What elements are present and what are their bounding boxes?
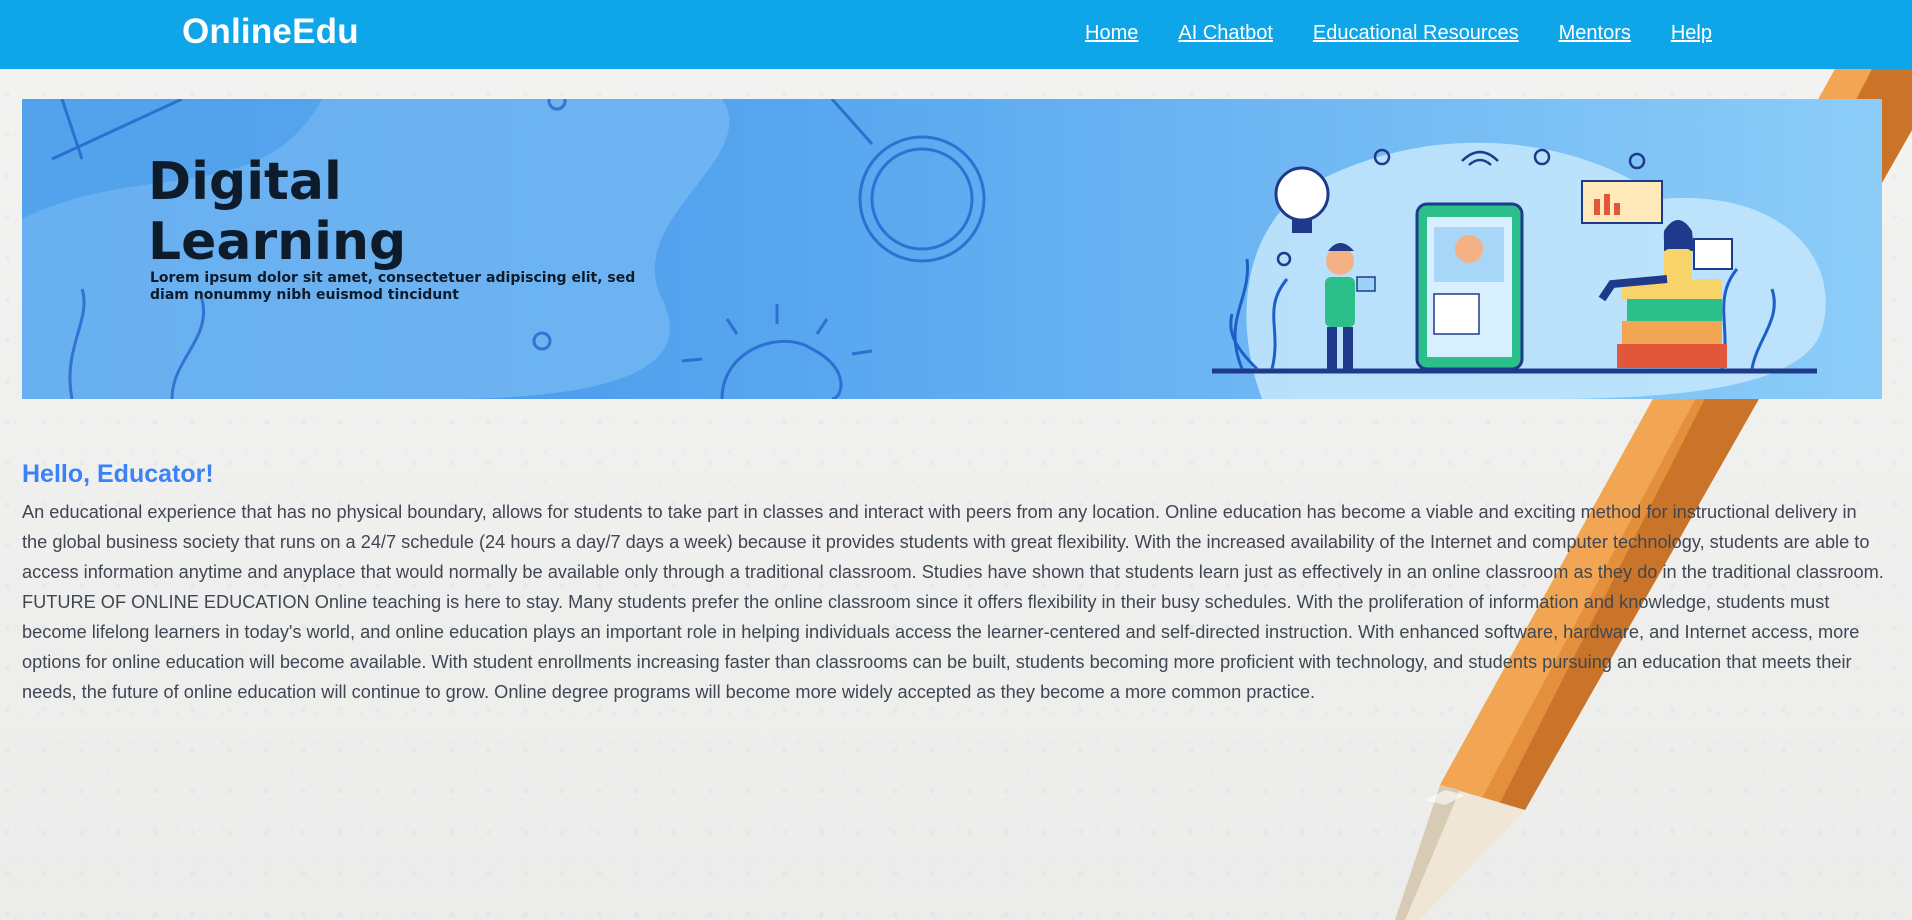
nav-link-help[interactable]: Help <box>1671 22 1712 45</box>
nav-link-ai-chatbot[interactable]: AI Chatbot <box>1178 22 1273 45</box>
banner-title-line2: Learning <box>148 212 406 272</box>
banner-caption-line1: Lorem ipsum dolor sit amet, consectetuer… <box>150 270 635 286</box>
banner-caption-line2: diam nonummy nibh euismod tincidunt <box>150 287 459 303</box>
site-logo[interactable]: OnlineEdu <box>182 12 359 52</box>
nav-link-mentors[interactable]: Mentors <box>1559 22 1631 45</box>
top-navbar: OnlineEdu Home AI Chatbot Educational Re… <box>0 0 1912 69</box>
greeting-heading: Hello, Educator! <box>22 460 214 488</box>
nav-link-educational-resources[interactable]: Educational Resources <box>1313 22 1519 45</box>
banner-title-line1: Digital <box>148 152 342 212</box>
main-content: Hello, Educator! An educational experien… <box>22 460 1884 707</box>
nav-link-home[interactable]: Home <box>1085 22 1138 45</box>
person-standing <box>1326 247 1354 275</box>
idea-bulb-icon <box>1274 166 1330 222</box>
digital-learning-banner: Digital Learning Lorem ipsum dolor sit a… <box>22 99 1882 399</box>
intro-paragraph: An educational experience that has no ph… <box>22 502 1884 702</box>
book-stack <box>1617 344 1727 368</box>
main-nav: Home AI Chatbot Educational Resources Me… <box>1085 22 1712 45</box>
